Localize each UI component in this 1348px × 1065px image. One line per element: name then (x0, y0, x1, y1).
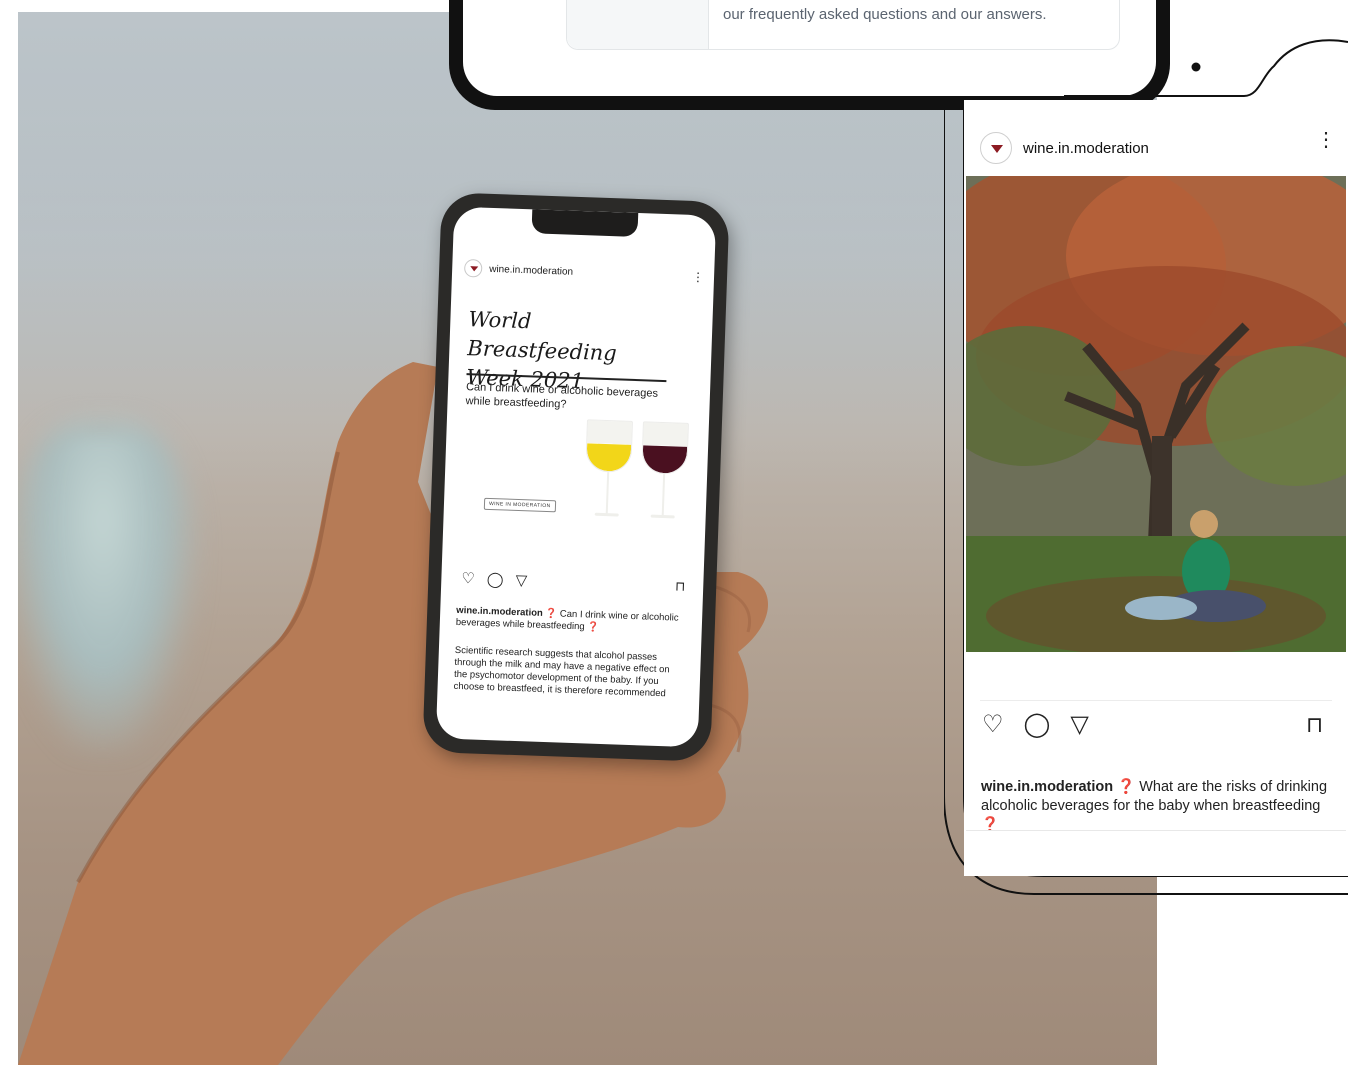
send-icon[interactable]: ▽ (1070, 710, 1088, 739)
post-question: Can I drink wine or alcoholic beverages … (465, 381, 659, 411)
right-post-username[interactable]: wine.in.moderation (1023, 140, 1149, 157)
white-wine-glass-icon (584, 419, 633, 521)
tree-illustration (966, 176, 1346, 652)
right-post-actions: ♡ ◯ ▽ (982, 710, 1089, 739)
post-photo[interactable] (966, 176, 1346, 652)
hand-phone-screen: wine.in.moderation ⋮ World Breastfeeding… (435, 206, 717, 748)
more-icon[interactable]: ⋮ (692, 270, 704, 284)
red-wine-fill (642, 444, 688, 474)
heart-icon[interactable]: ♡ (982, 710, 1004, 739)
bookmark-icon[interactable]: ⊓ (1306, 712, 1323, 738)
caption-username[interactable]: wine.in.moderation (981, 779, 1113, 795)
white-wine-fill (586, 442, 632, 472)
actions-divider (980, 700, 1332, 701)
avatar[interactable] (463, 258, 483, 278)
right-post-header: wine.in.moderation (980, 132, 1149, 164)
caption-bottom-divider (966, 830, 1346, 831)
bookmark-icon[interactable]: ⊓ (675, 579, 686, 595)
comment-icon[interactable]: ◯ (1024, 710, 1051, 739)
send-icon[interactable]: ▽ (515, 571, 527, 589)
red-wine-glass-icon (639, 421, 689, 523)
avatar[interactable] (980, 132, 1012, 164)
more-icon[interactable]: ⋮ (1316, 130, 1336, 150)
post-username[interactable]: wine.in.moderation (489, 263, 573, 277)
faq-text: our frequently asked questions and our a… (723, 6, 1047, 23)
post-caption: wine.in.moderation ❓ Can I drink wine or… (456, 605, 681, 637)
hand-phone: wine.in.moderation ⋮ World Breastfeeding… (422, 192, 730, 762)
post-actions: ♡ ◯ ▽ (461, 569, 681, 595)
wim-logo: WINE IN MODERATION (483, 497, 556, 513)
right-post-caption: wine.in.moderation ❓ What are the risks … (981, 778, 1335, 830)
post-title-line1: World Breastfeeding (467, 307, 618, 366)
phone-notch (531, 209, 639, 237)
comment-icon[interactable]: ◯ (487, 570, 504, 589)
heart-icon[interactable]: ♡ (461, 569, 475, 587)
faq-card-side (567, 0, 709, 49)
post-header: wine.in.moderation (463, 258, 573, 281)
post-body: Scientific research suggests that alcoho… (453, 644, 670, 700)
